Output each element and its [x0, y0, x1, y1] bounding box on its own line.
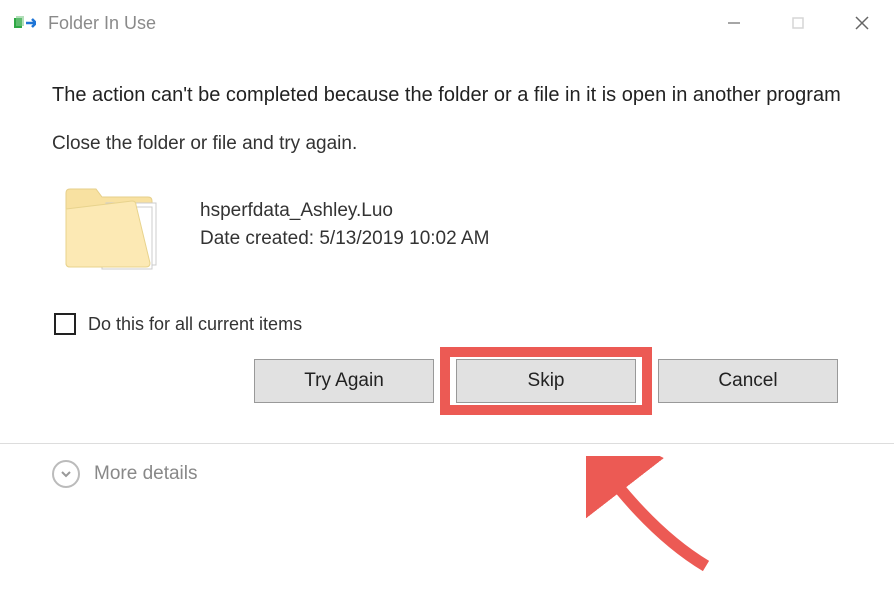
close-button[interactable]: [830, 0, 894, 46]
item-info: hsperfdata_Ashley.Luo Date created: 5/13…: [200, 197, 489, 252]
apply-all-row: Do this for all current items: [52, 313, 842, 335]
chevron-down-icon[interactable]: [52, 460, 80, 488]
app-icon: [14, 14, 36, 32]
folder-icon: [62, 175, 172, 275]
dialog-content: The action can't be completed because th…: [0, 46, 894, 413]
window-title: Folder In Use: [48, 13, 156, 34]
minimize-button[interactable]: [702, 0, 766, 46]
titlebar: Folder In Use: [0, 0, 894, 46]
try-again-button[interactable]: Try Again: [254, 359, 434, 403]
item-date: Date created: 5/13/2019 10:02 AM: [200, 225, 489, 253]
instruction-text: Close the folder or file and try again.: [52, 133, 842, 155]
skip-button[interactable]: Skip: [456, 359, 636, 403]
maximize-button[interactable]: [766, 0, 830, 46]
apply-all-label: Do this for all current items: [88, 314, 302, 335]
cancel-button[interactable]: Cancel: [658, 359, 838, 403]
button-row: Try Again Skip Cancel: [52, 359, 842, 403]
window-controls: [702, 0, 894, 46]
error-heading: The action can't be completed because th…: [52, 82, 842, 109]
more-details-link[interactable]: More details: [94, 463, 198, 485]
item-name: hsperfdata_Ashley.Luo: [200, 197, 489, 225]
item-row: hsperfdata_Ashley.Luo Date created: 5/13…: [52, 169, 842, 285]
apply-all-checkbox[interactable]: [54, 313, 76, 335]
footer: More details: [0, 444, 894, 504]
